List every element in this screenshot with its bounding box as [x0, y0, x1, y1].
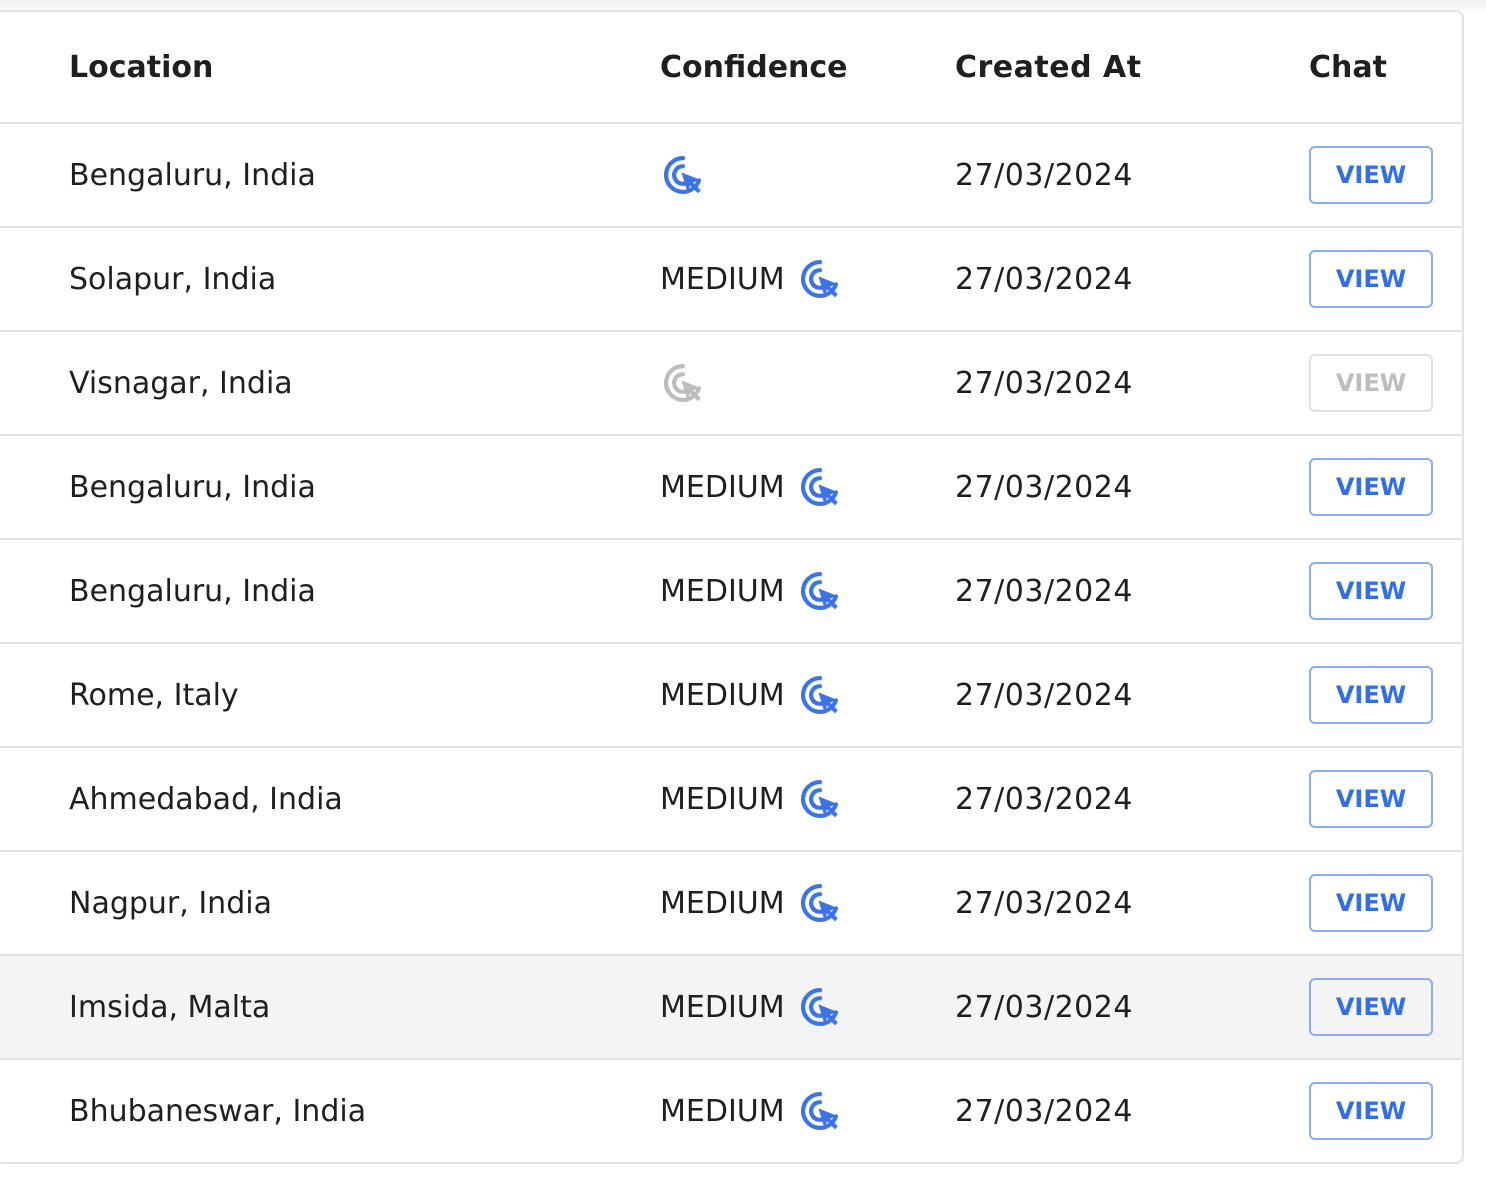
- created-at-cell: 27/03/2024: [955, 1093, 1133, 1129]
- column-header-created-at[interactable]: Created At: [955, 12, 1142, 122]
- table-row[interactable]: Visnagar, India 27/03/2024 VIEW: [0, 332, 1462, 436]
- location-cell: Bengaluru, India: [69, 469, 316, 505]
- confidence-label: MEDIUM: [660, 781, 785, 817]
- chat-cell: VIEW: [1309, 644, 1433, 746]
- created-at-cell: 27/03/2024: [955, 469, 1133, 505]
- table-row[interactable]: Rome, Italy MEDIUM 27/03/2024 VIEW: [0, 644, 1462, 748]
- location-cell: Imsida, Malta: [69, 989, 271, 1025]
- table-row[interactable]: Imsida, Malta MEDIUM 27/03/2024 VIEW: [0, 956, 1462, 1060]
- view-chat-button[interactable]: VIEW: [1309, 978, 1433, 1036]
- confidence-label: MEDIUM: [660, 573, 785, 609]
- target-cursor-icon[interactable]: [660, 360, 706, 406]
- chat-cell: VIEW: [1309, 228, 1433, 330]
- chat-cell: VIEW: [1309, 540, 1433, 642]
- table-row[interactable]: Solapur, India MEDIUM 27/03/2024 VIEW: [0, 228, 1462, 332]
- created-at-cell: 27/03/2024: [955, 261, 1133, 297]
- created-at-cell: 27/03/2024: [955, 157, 1133, 193]
- confidence-label: MEDIUM: [660, 885, 785, 921]
- view-chat-button[interactable]: VIEW: [1309, 1082, 1433, 1140]
- chat-cell: VIEW: [1309, 124, 1433, 226]
- chat-cell: VIEW: [1309, 436, 1433, 538]
- confidence-cell: MEDIUM: [660, 436, 843, 538]
- created-at-cell: 27/03/2024: [955, 781, 1133, 817]
- view-chat-button[interactable]: VIEW: [1309, 770, 1433, 828]
- created-at-cell: 27/03/2024: [955, 885, 1133, 921]
- location-cell: Bhubaneswar, India: [69, 1093, 367, 1129]
- location-cell: Visnagar, India: [69, 365, 293, 401]
- confidence-cell: MEDIUM: [660, 228, 843, 330]
- column-header-location[interactable]: Location: [69, 12, 213, 122]
- confidence-label: MEDIUM: [660, 1093, 785, 1129]
- target-cursor-icon[interactable]: [797, 984, 843, 1030]
- target-cursor-icon[interactable]: [797, 464, 843, 510]
- confidence-cell: MEDIUM: [660, 748, 843, 850]
- confidence-label: MEDIUM: [660, 989, 785, 1025]
- created-at-cell: 27/03/2024: [955, 989, 1133, 1025]
- table-header: Location Confidence Created At Chat: [0, 12, 1462, 124]
- location-cell: Bengaluru, India: [69, 573, 316, 609]
- view-chat-button[interactable]: VIEW: [1309, 146, 1433, 204]
- target-cursor-icon[interactable]: [797, 256, 843, 302]
- confidence-label: MEDIUM: [660, 469, 785, 505]
- confidence-cell: [660, 124, 706, 226]
- locations-table: Location Confidence Created At Chat Beng…: [0, 10, 1464, 1164]
- confidence-cell: MEDIUM: [660, 540, 843, 642]
- target-cursor-icon[interactable]: [797, 568, 843, 614]
- created-at-cell: 27/03/2024: [955, 573, 1133, 609]
- location-cell: Rome, Italy: [69, 677, 239, 713]
- column-header-confidence[interactable]: Confidence: [660, 12, 848, 122]
- table-row[interactable]: Bengaluru, India 27/03/2024 VIEW: [0, 124, 1462, 228]
- location-cell: Nagpur, India: [69, 885, 272, 921]
- chat-cell: VIEW: [1309, 1060, 1433, 1162]
- created-at-cell: 27/03/2024: [955, 365, 1133, 401]
- table-row[interactable]: Bhubaneswar, India MEDIUM 27/03/2024 VIE…: [0, 1060, 1462, 1162]
- target-cursor-icon[interactable]: [797, 776, 843, 822]
- chat-cell: VIEW: [1309, 332, 1433, 434]
- table-row[interactable]: Nagpur, India MEDIUM 27/03/2024 VIEW: [0, 852, 1462, 956]
- location-cell: Bengaluru, India: [69, 157, 316, 193]
- target-cursor-icon[interactable]: [797, 672, 843, 718]
- top-shadow: [0, 0, 1486, 10]
- chat-cell: VIEW: [1309, 852, 1433, 954]
- view-chat-button[interactable]: VIEW: [1309, 250, 1433, 308]
- view-chat-button[interactable]: VIEW: [1309, 874, 1433, 932]
- target-cursor-icon[interactable]: [797, 1088, 843, 1134]
- confidence-cell: MEDIUM: [660, 1060, 843, 1162]
- table-row[interactable]: Bengaluru, India MEDIUM 27/03/2024 VIEW: [0, 436, 1462, 540]
- view-chat-button[interactable]: VIEW: [1309, 562, 1433, 620]
- confidence-label: MEDIUM: [660, 261, 785, 297]
- table-row[interactable]: Ahmedabad, India MEDIUM 27/03/2024 VIEW: [0, 748, 1462, 852]
- confidence-cell: MEDIUM: [660, 956, 843, 1058]
- column-header-chat[interactable]: Chat: [1309, 12, 1387, 122]
- chat-cell: VIEW: [1309, 956, 1433, 1058]
- confidence-cell: MEDIUM: [660, 852, 843, 954]
- confidence-label: MEDIUM: [660, 677, 785, 713]
- target-cursor-icon[interactable]: [660, 152, 706, 198]
- created-at-cell: 27/03/2024: [955, 677, 1133, 713]
- location-cell: Solapur, India: [69, 261, 277, 297]
- target-cursor-icon[interactable]: [797, 880, 843, 926]
- location-cell: Ahmedabad, India: [69, 781, 343, 817]
- view-chat-button[interactable]: VIEW: [1309, 354, 1433, 412]
- table-row[interactable]: Bengaluru, India MEDIUM 27/03/2024 VIEW: [0, 540, 1462, 644]
- chat-cell: VIEW: [1309, 748, 1433, 850]
- confidence-cell: MEDIUM: [660, 644, 843, 746]
- confidence-cell: [660, 332, 706, 434]
- view-chat-button[interactable]: VIEW: [1309, 666, 1433, 724]
- view-chat-button[interactable]: VIEW: [1309, 458, 1433, 516]
